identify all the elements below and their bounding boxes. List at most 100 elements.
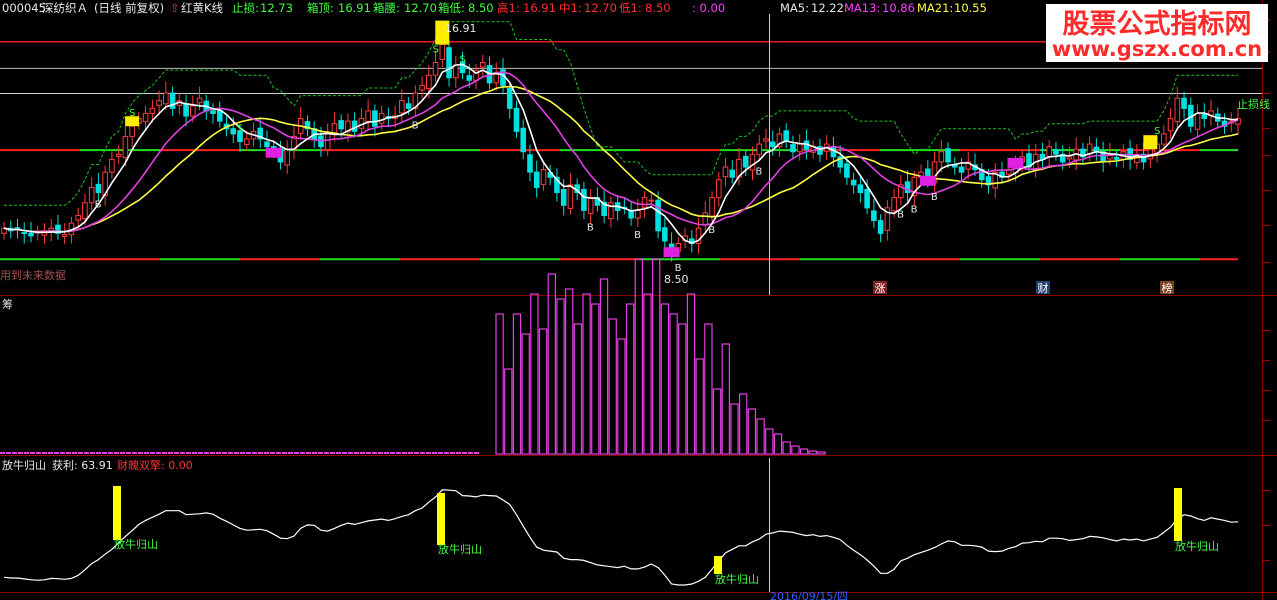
chip-bar	[138, 452, 143, 454]
chip-bar	[258, 452, 263, 454]
chip-bar	[765, 428, 774, 455]
candle-body	[722, 166, 729, 178]
chip-bar	[54, 452, 59, 454]
chip-bar	[432, 452, 437, 454]
chip-bar	[330, 452, 335, 454]
candle-body	[426, 74, 432, 89]
candle-body	[749, 153, 756, 171]
chip-bar	[78, 452, 83, 454]
candle-body	[891, 197, 897, 212]
candle-body	[372, 110, 378, 127]
stop-loss-line-label: 止损线	[1237, 97, 1270, 111]
svg-text:股票公式指标网: 股票公式指标网	[1063, 9, 1252, 40]
chip-bar	[96, 452, 101, 454]
crosshair	[0, 14, 1262, 592]
chart-header: 000045 深纺织Ａ (日线 前复权) ⇧ 红黄K线 止损: 12.73 箱顶…	[2, 1, 987, 15]
candle-body	[635, 209, 641, 219]
candle-body	[378, 112, 385, 124]
buy-mark: B	[931, 192, 938, 203]
chip-bar	[495, 313, 504, 455]
event-tag-bang[interactable]: 榜	[1160, 281, 1174, 295]
event-tag-cai[interactable]: 财	[1036, 281, 1050, 295]
candle-body	[129, 125, 135, 137]
chip-bar	[462, 452, 467, 454]
chip-bar	[582, 293, 591, 455]
chip-bar	[712, 388, 722, 455]
chip-bar	[414, 452, 419, 454]
chip-bar	[306, 452, 311, 454]
candle-body	[655, 199, 661, 232]
chip-bar	[294, 452, 299, 454]
buy-mark: B	[708, 225, 715, 236]
stock-chart[interactable]: SSSSSBBBBBBBB BB 000045 深纺织Ａ (日线 前复权) ⇧ 红…	[0, 0, 1277, 600]
candle-body	[763, 138, 769, 142]
candle-body	[1161, 133, 1167, 145]
candle-body	[264, 141, 270, 148]
chip-bar	[408, 452, 413, 454]
candle-body	[587, 197, 594, 214]
sell-mark: S	[237, 124, 243, 135]
candle-body	[844, 163, 850, 178]
chip-bar	[678, 323, 687, 455]
chip-bar	[204, 452, 209, 454]
candle-body	[662, 227, 668, 242]
chip-bar	[144, 452, 149, 454]
event-tag-zhang[interactable]: 涨	[873, 281, 887, 295]
candle-body	[1053, 149, 1059, 155]
chip-bar	[162, 452, 167, 454]
chip-bar	[192, 452, 197, 454]
candle-body	[190, 105, 196, 117]
signal-label: 放牛归山	[1175, 539, 1219, 553]
chip-bar	[366, 452, 371, 454]
candle-body	[790, 144, 796, 153]
candle-body	[28, 232, 34, 237]
chip-bar	[799, 448, 809, 455]
chip-bar	[216, 452, 221, 454]
chip-bar	[474, 452, 479, 454]
chip-bar	[342, 452, 347, 454]
candle-body	[243, 138, 250, 146]
candle-body	[439, 44, 446, 60]
chip-bar	[747, 408, 757, 455]
chip-bar	[396, 452, 401, 454]
chip-bar	[791, 445, 800, 455]
candle-body	[850, 179, 857, 186]
chip-distribution-bars	[0, 258, 826, 455]
candle-body	[149, 107, 156, 114]
chip-bar	[228, 452, 233, 454]
candle-body	[466, 75, 473, 81]
candle-body	[769, 141, 776, 148]
signal-panel-title: 放牛归山 获利: 63.91 财魄双擎: 0.00	[0, 458, 203, 472]
candle-body	[864, 188, 870, 209]
candle-body	[581, 188, 587, 211]
candle-body	[479, 61, 486, 68]
candle-body	[641, 197, 648, 208]
candle-body	[877, 220, 884, 234]
signal-label: 放牛归山	[114, 537, 158, 551]
chip-bar	[168, 452, 173, 454]
candle-body	[405, 103, 412, 109]
highlight-block	[663, 247, 680, 258]
buy-mark: B	[412, 120, 419, 131]
candle-body	[1174, 97, 1181, 123]
chip-bar	[695, 358, 704, 455]
chip-bar	[150, 452, 155, 454]
chip-bar	[90, 452, 95, 454]
chip-bar	[108, 452, 113, 454]
chip-bar	[186, 452, 191, 454]
chip-bar	[721, 343, 731, 455]
candle-body	[399, 100, 405, 114]
chip-bar	[426, 452, 431, 454]
chip-panel-title: 筹	[2, 297, 13, 311]
candle-body	[520, 127, 527, 153]
chip-bar	[547, 273, 557, 455]
chip-bar	[348, 452, 353, 454]
chip-bar	[252, 452, 257, 454]
candle-body	[783, 130, 790, 143]
chip-bar	[651, 258, 661, 455]
ma21-line	[3, 85, 1239, 233]
candle-body	[540, 169, 547, 185]
chip-bar	[336, 452, 341, 454]
candle-body	[1194, 112, 1201, 130]
chip-bar	[318, 452, 323, 454]
